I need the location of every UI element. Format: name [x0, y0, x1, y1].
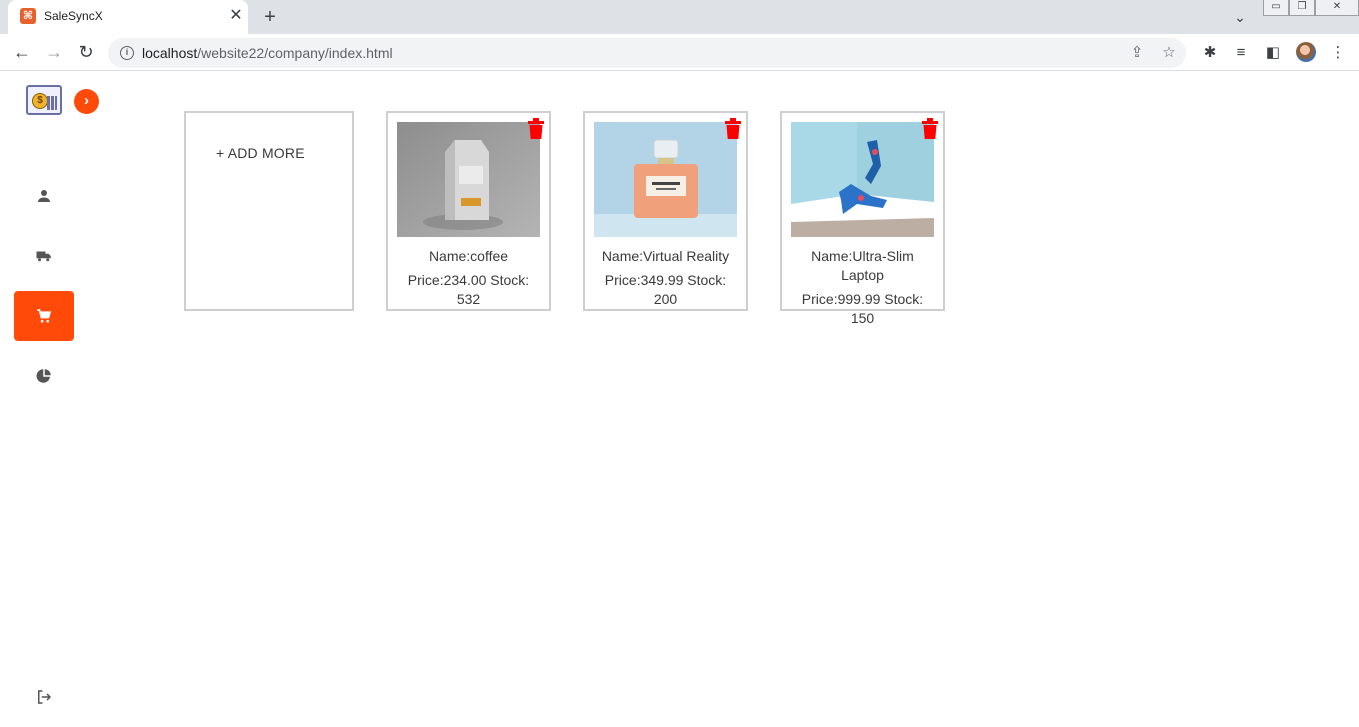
- product-price-line: Price:234.00 Stock:: [407, 272, 530, 288]
- url-host: localhost: [142, 45, 198, 61]
- product-stock-value: 200: [653, 291, 678, 307]
- product-image-perfume: [594, 122, 737, 237]
- tab-title: SaleSyncX: [44, 9, 103, 23]
- delete-trash-icon[interactable]: [921, 118, 939, 139]
- product-image-coffee: [397, 122, 540, 237]
- browser-tab[interactable]: ⌘ SaleSyncX ✕: [8, 0, 248, 34]
- sidebar-item-users[interactable]: [14, 171, 74, 221]
- cart-icon: [37, 309, 52, 323]
- side-panel-icon[interactable]: ◧: [1262, 42, 1284, 64]
- url-path: /website22/company/index.html: [197, 45, 393, 61]
- product-card: Name:coffee Price:234.00 Stock: 532: [386, 111, 551, 311]
- add-product-card[interactable]: + ADD MORE: [184, 111, 354, 311]
- app-favicon-icon: ⌘: [20, 8, 36, 24]
- product-name: Name:coffee: [428, 248, 509, 264]
- extensions-puzzle-icon[interactable]: ✱: [1199, 42, 1221, 64]
- product-stock-value: 150: [850, 310, 875, 326]
- sidebar-item-shipping[interactable]: [14, 231, 74, 281]
- product-name-line2: Laptop: [841, 267, 884, 283]
- product-price-line: Price:349.99 Stock:: [604, 272, 727, 288]
- product-price-stock: Price:234.00 Stock: 532: [388, 271, 549, 309]
- bar-chart-icon: [47, 96, 57, 110]
- browser-toolbar: ← → ↻ i localhost/website22/company/inde…: [0, 34, 1359, 71]
- reload-icon[interactable]: ↻: [74, 40, 98, 64]
- sidebar-item-products[interactable]: [14, 291, 74, 341]
- product-name: Name:Virtual Reality: [601, 248, 730, 264]
- profile-avatar[interactable]: [1296, 42, 1316, 62]
- product-stock-value: 532: [456, 291, 481, 307]
- site-info-icon[interactable]: i: [120, 46, 134, 60]
- product-card: Name:Virtual Reality Price:349.99 Stock:…: [583, 111, 748, 311]
- product-price-line: Price:999.99 Stock:: [801, 291, 924, 307]
- app-page: $ › + ADD MORE Name:coffee Price:234.00 …: [0, 71, 1359, 727]
- delete-trash-icon[interactable]: [724, 118, 742, 139]
- product-name: Name:Ultra-Slim Laptop: [782, 247, 943, 285]
- address-bar[interactable]: i localhost/website22/company/index.html…: [108, 38, 1186, 68]
- product-price-stock: Price:349.99 Stock: 200: [585, 271, 746, 309]
- sidebar: $ ›: [0, 71, 99, 727]
- browser-tabstrip: ⌘ SaleSyncX ✕ + ⌄ ▭ ❐ ✕: [0, 0, 1359, 34]
- bookmark-star-icon[interactable]: ☆: [1159, 43, 1179, 63]
- share-icon[interactable]: ⇪: [1127, 43, 1147, 63]
- media-queue-icon[interactable]: ≡: [1230, 42, 1252, 64]
- sidebar-expand-button[interactable]: ›: [74, 89, 99, 114]
- window-controls: ▭ ❐ ✕: [1263, 0, 1359, 18]
- product-image-heels: [791, 122, 934, 237]
- restore-button[interactable]: ❐: [1289, 0, 1315, 16]
- browser-menu-icon[interactable]: ⋮: [1327, 42, 1349, 64]
- dollar-coin-icon: $: [32, 93, 48, 109]
- minimize-button[interactable]: ▭: [1263, 0, 1289, 16]
- delete-trash-icon[interactable]: [527, 118, 545, 139]
- user-icon: [38, 190, 50, 202]
- pie-chart-icon: [36, 369, 51, 383]
- product-card: Name:Ultra-Slim Laptop Price:999.99 Stoc…: [780, 111, 945, 326]
- new-tab-button[interactable]: +: [258, 5, 282, 29]
- truck-icon: [36, 251, 51, 262]
- product-price-stock: Price:999.99 Stock: 150: [782, 290, 943, 328]
- back-arrow-icon[interactable]: ←: [10, 40, 34, 64]
- forward-arrow-icon[interactable]: →: [42, 40, 66, 64]
- close-window-button[interactable]: ✕: [1315, 0, 1359, 16]
- sidebar-item-analytics[interactable]: [14, 351, 74, 401]
- logout-icon[interactable]: [35, 688, 53, 706]
- url-text[interactable]: localhost/website22/company/index.html: [142, 45, 393, 61]
- tab-close-icon[interactable]: ✕: [226, 6, 246, 26]
- tab-search-chevron-icon[interactable]: ⌄: [1230, 7, 1250, 27]
- add-more-label: + ADD MORE: [216, 145, 305, 161]
- product-name-line1: Name:Ultra-Slim: [811, 248, 914, 264]
- app-logo[interactable]: $: [26, 85, 62, 115]
